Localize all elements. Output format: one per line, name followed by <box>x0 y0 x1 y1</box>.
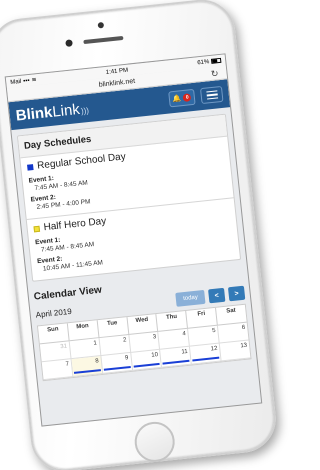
brand-logo[interactable]: Blink Link ))) <box>15 99 90 124</box>
day-schedules-panel: Day Schedules Regular School Day Event 1… <box>16 113 242 282</box>
signal-waves-icon: ))) <box>80 105 90 116</box>
status-time: 1:41 PM <box>105 67 129 76</box>
event-bar <box>133 362 161 368</box>
battery-percent: 61% <box>196 58 210 66</box>
calendar-day[interactable]: 10 <box>130 349 163 371</box>
calendar-day[interactable]: 12 <box>190 343 222 365</box>
bell-icon: 🔔 <box>172 95 182 104</box>
status-left: Mail ▪▪▪ ≋ <box>10 76 37 86</box>
battery-icon <box>210 57 222 64</box>
calendar-day[interactable]: 7 <box>41 359 74 381</box>
wifi-icon: ≋ <box>31 77 37 84</box>
day-number: 8 <box>95 358 99 365</box>
carrier-label: Mail <box>10 78 22 86</box>
calendar-day[interactable]: 13 <box>219 340 251 362</box>
event-bar <box>73 369 101 374</box>
hamburger-menu-button[interactable] <box>199 85 224 105</box>
calendar-day[interactable]: 11 <box>160 346 193 368</box>
calendar-view: Calendar View April 2019 today < > Sun M… <box>33 270 252 382</box>
nav-actions: 🔔 0 <box>168 85 224 108</box>
brand-bold: Blink <box>14 103 54 125</box>
calendar-day[interactable]: 9 <box>101 352 133 374</box>
today-button[interactable]: today <box>175 289 206 307</box>
day-number: 11 <box>181 348 189 356</box>
event-bar <box>162 359 190 365</box>
schedule-color-swatch <box>33 225 41 232</box>
event-bar <box>103 366 131 371</box>
day-number: 10 <box>151 352 159 359</box>
notification-badge: 0 <box>182 93 192 102</box>
reload-icon[interactable]: ↻ <box>210 68 219 80</box>
day-number: 9 <box>124 355 129 362</box>
phone-screen: Mail ▪▪▪ ≋ 1:41 PM 61% blinklink.net ↻ B… <box>4 53 263 427</box>
signal-icon: ▪▪▪ <box>22 77 30 85</box>
schedule-color-swatch <box>26 163 34 171</box>
calendar-buttons: today < > <box>175 285 246 307</box>
day-number: 12 <box>210 345 218 353</box>
notifications-button[interactable]: 🔔 0 <box>168 88 196 108</box>
status-right: 61% <box>196 57 222 66</box>
next-month-button[interactable]: > <box>227 285 246 302</box>
menu-line-icon <box>205 90 217 93</box>
phone-frame: Mail ▪▪▪ ≋ 1:41 PM 61% blinklink.net ↻ B… <box>0 0 280 470</box>
event-bar <box>192 356 220 362</box>
prev-month-button[interactable]: < <box>208 287 226 304</box>
menu-line-icon <box>206 93 218 97</box>
calendar-month: April 2019 <box>35 306 73 320</box>
brand-light: Link <box>51 100 81 121</box>
menu-line-icon <box>206 97 218 100</box>
schedule-name: Half Hero Day <box>43 215 107 234</box>
calendar-day-today[interactable]: 8 <box>71 355 104 378</box>
url-text: blinklink.net <box>98 77 136 89</box>
